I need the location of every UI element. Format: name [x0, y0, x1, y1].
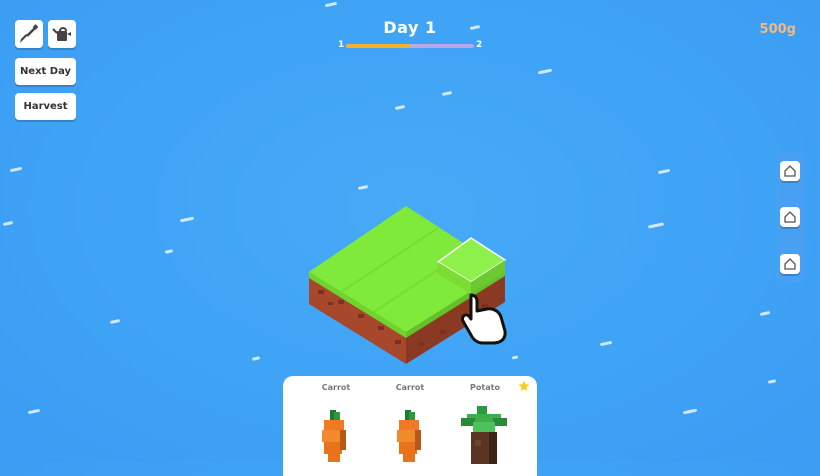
- carrot-icon: [322, 410, 346, 462]
- potato-seed-slot[interactable]: [459, 404, 511, 464]
- day-label: Day 1: [383, 18, 437, 37]
- progress-end-label: 2: [476, 40, 483, 50]
- house-icon: [784, 211, 796, 223]
- day-progress-bar: [346, 44, 474, 48]
- side-menu-button-1[interactable]: [780, 161, 800, 181]
- star-icon: [518, 380, 530, 391]
- carrot-seed-slot[interactable]: [395, 408, 427, 464]
- house-icon: [784, 258, 796, 270]
- seed-slot-label: Carrot: [395, 383, 425, 392]
- side-menu-button-3[interactable]: [780, 254, 800, 274]
- carrot-icon: [397, 410, 421, 462]
- next-day-button[interactable]: Next Day: [15, 58, 76, 85]
- house-icon: [784, 165, 796, 177]
- seed-slot-label: Carrot: [321, 383, 351, 392]
- carrot-seed-slot[interactable]: [320, 408, 352, 464]
- day-progress-fill: [346, 44, 410, 48]
- harvest-button[interactable]: Harvest: [15, 93, 76, 120]
- seed-tray: Carrot Carrot Potato: [283, 376, 537, 476]
- seed-slot-label: Potato: [470, 383, 500, 392]
- potato-plant-icon: [461, 406, 507, 464]
- progress-start-label: 1: [338, 40, 345, 50]
- gold-counter: 500g: [759, 22, 796, 37]
- side-menu-button-2[interactable]: [780, 207, 800, 227]
